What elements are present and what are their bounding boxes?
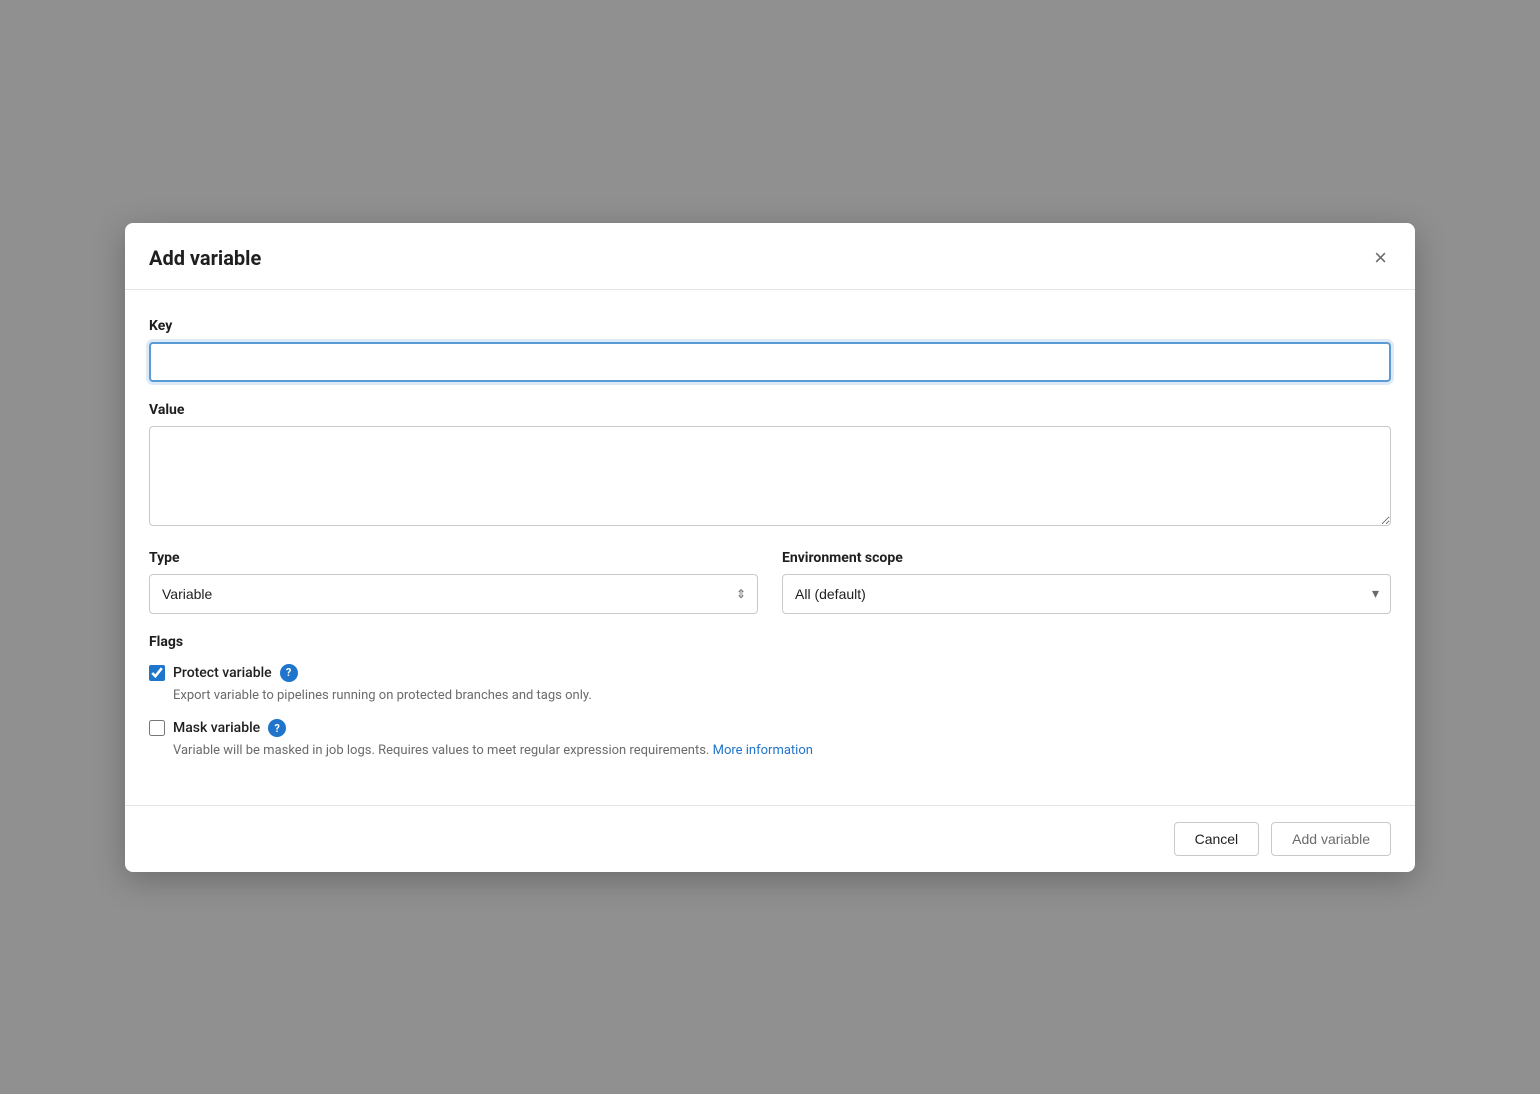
modal-footer: Cancel Add variable <box>125 805 1415 872</box>
type-select-wrapper: Variable File <box>149 574 758 614</box>
mask-variable-label: Mask variable <box>173 720 260 736</box>
mask-variable-checkbox[interactable] <box>149 720 165 736</box>
more-information-link[interactable]: More information <box>713 743 813 758</box>
key-label: Key <box>149 318 1391 334</box>
protect-variable-checkbox[interactable] <box>149 665 165 681</box>
env-scope-select[interactable]: All (default) production staging develop… <box>782 574 1391 614</box>
add-variable-button[interactable]: Add variable <box>1271 822 1391 856</box>
mask-variable-description-text: Variable will be masked in job logs. Req… <box>173 743 709 758</box>
mask-variable-description: Variable will be masked in job logs. Req… <box>173 741 1391 761</box>
env-select-wrapper: All (default) production staging develop… <box>782 574 1391 614</box>
value-label: Value <box>149 402 1391 418</box>
type-col: Type Variable File <box>149 550 758 614</box>
modal-body: Key Value Type Variable File <box>125 290 1415 805</box>
type-select[interactable]: Variable File <box>149 574 758 614</box>
env-scope-label: Environment scope <box>782 550 1391 566</box>
protect-variable-label: Protect variable <box>173 665 272 681</box>
close-button[interactable]: × <box>1370 243 1391 273</box>
modal-title: Add variable <box>149 246 261 270</box>
mask-variable-help-icon[interactable]: ? <box>268 719 286 737</box>
env-scope-col: Environment scope All (default) producti… <box>782 550 1391 614</box>
mask-variable-item: Mask variable ? Variable will be masked … <box>149 719 1391 761</box>
protect-variable-description: Export variable to pipelines running on … <box>173 686 1391 706</box>
type-env-row: Type Variable File Environment scope <box>149 550 1391 614</box>
protect-variable-item: Protect variable ? Export variable to pi… <box>149 664 1391 706</box>
protect-variable-help-icon[interactable]: ? <box>280 664 298 682</box>
mask-variable-row: Mask variable ? <box>149 719 1391 737</box>
modal-body-wrapper: Key Value Type Variable File <box>125 290 1415 805</box>
protect-variable-row: Protect variable ? <box>149 664 1391 682</box>
flags-title: Flags <box>149 634 1391 650</box>
modal-overlay: Add variable × Key Value Type <box>0 0 1540 1094</box>
modal-header: Add variable × <box>125 223 1415 290</box>
value-form-group: Value <box>149 402 1391 530</box>
type-label: Type <box>149 550 758 566</box>
key-form-group: Key <box>149 318 1391 382</box>
cancel-button[interactable]: Cancel <box>1174 822 1260 856</box>
key-input[interactable] <box>149 342 1391 382</box>
add-variable-modal: Add variable × Key Value Type <box>125 223 1415 872</box>
value-textarea[interactable] <box>149 426 1391 526</box>
flags-section: Flags Protect variable ? Export variable… <box>149 634 1391 761</box>
